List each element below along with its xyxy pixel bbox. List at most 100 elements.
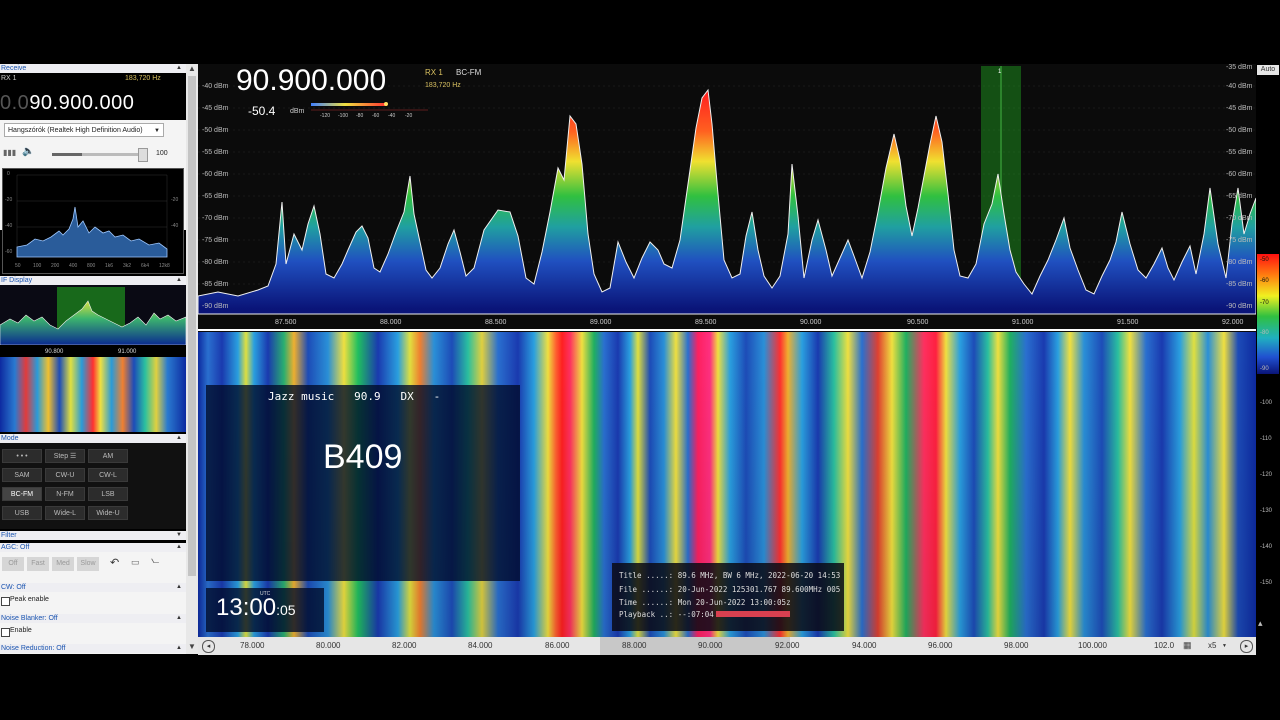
- chart-icon[interactable]: ⦦: [151, 555, 159, 566]
- fft-icon[interactable]: ▮▮▮: [3, 148, 16, 157]
- mode-button-more[interactable]: • • •: [2, 449, 42, 463]
- mini-db-2: -40: [5, 223, 13, 229]
- scroll-down-icon[interactable]: ▼: [188, 642, 196, 651]
- spectrum-freq-label: 91.000: [1012, 319, 1034, 326]
- agc-button-off[interactable]: Off: [2, 557, 24, 571]
- bottom-freq-label: 80.000: [316, 641, 341, 650]
- collapse-icon[interactable]: ▲: [176, 644, 182, 653]
- spectrum-offset: 183,720 Hz: [425, 82, 461, 89]
- db-label-right: -55 dBm: [1226, 149, 1253, 156]
- auto-button[interactable]: Auto: [1257, 65, 1279, 75]
- colormap-scale[interactable]: [1257, 254, 1279, 374]
- playback-progress-bar[interactable]: [716, 611, 790, 617]
- clock-hours-minutes: 13:00: [216, 594, 277, 621]
- bottom-freq-label: 82.000: [392, 641, 417, 650]
- scroll-right-icon[interactable]: ▸: [1240, 640, 1253, 653]
- waterfall-settings-icon[interactable]: ▦: [1183, 640, 1192, 651]
- mini-db-3: -60: [5, 249, 13, 255]
- audio-device-value: Hangszórók (Realtek High Definition Audi…: [8, 127, 143, 134]
- section-cw-header[interactable]: CW: Off ▲: [0, 583, 186, 592]
- mode-button-step[interactable]: Step ☰: [45, 449, 85, 463]
- nb-title: Noise Blanker: Off: [1, 615, 58, 622]
- if-display-title: IF Display: [1, 277, 33, 284]
- agc-button-fast[interactable]: Fast: [27, 557, 49, 571]
- section-agc-header[interactable]: AGC: Off ▲: [0, 543, 186, 552]
- left-panel-scrollbar[interactable]: ▲ ▼: [186, 64, 198, 654]
- scroll-up-icon[interactable]: ▲: [188, 64, 196, 73]
- db-label-left: -45 dBm: [202, 105, 229, 112]
- volume-slider[interactable]: [52, 153, 146, 156]
- mode-button-bcfm[interactable]: BC-FM: [2, 487, 42, 501]
- expand-icon[interactable]: ▼: [176, 531, 182, 540]
- peak-enable-label: Peak enable: [10, 596, 49, 603]
- speaker-icon[interactable]: 🔈: [22, 146, 34, 157]
- mini-freq-7: 6k4: [141, 263, 150, 269]
- collapse-icon[interactable]: ▲: [176, 276, 182, 285]
- bottom-freq-label: 98.000: [1004, 641, 1029, 650]
- left-panel: Receive ▲ RX 1 183,720 Hz 0.090.900.000 H…: [0, 64, 186, 654]
- meter-scale-1: -100: [338, 113, 349, 119]
- collapse-icon[interactable]: ▲: [176, 583, 182, 592]
- eraser-icon[interactable]: ▭: [131, 557, 140, 568]
- bottom-frequency-bar[interactable]: ◂ 78.000 80.000 82.000 84.000 86.000 88.…: [198, 637, 1256, 655]
- rds-radiotext: Jazz music 90.9 DX -: [268, 390, 441, 403]
- waterfall-display[interactable]: Jazz music 90.9 DX - B409 UTC 13:00:05 T…: [198, 332, 1256, 637]
- cw-title: CW: Off: [1, 584, 26, 591]
- scrollbar-thumb[interactable]: [188, 76, 196, 576]
- spectrum-rx-label: RX 1: [425, 68, 443, 77]
- agc-button-slow[interactable]: Slow: [77, 557, 99, 571]
- vfo-marker-label[interactable]: 1: [998, 69, 1001, 75]
- info-time-line: Time ......: Mon 20-Jun-2022 13:00:05z: [619, 598, 791, 607]
- nb-enable-checkbox[interactable]: [1, 628, 10, 637]
- chevron-down-icon: ▼: [1222, 643, 1227, 649]
- mini-db-0: 0: [7, 171, 10, 177]
- mode-button-widel[interactable]: Wide-L: [45, 506, 85, 520]
- mode-button-nfm[interactable]: N-FM: [45, 487, 85, 501]
- volume-slider-thumb[interactable]: [138, 148, 148, 162]
- bottom-freq-label: 100.000: [1078, 641, 1107, 650]
- mode-button-sam[interactable]: SAM: [2, 468, 42, 482]
- spectrum-freq-label: 88.000: [380, 319, 402, 326]
- db-label-right: -65 dBm: [1226, 193, 1253, 200]
- db-label-right: -70 dBm: [1226, 215, 1253, 222]
- section-if-display-header[interactable]: IF Display ▲: [0, 276, 186, 285]
- agc-button-med[interactable]: Med: [52, 557, 74, 571]
- colormap-label: -150: [1260, 580, 1273, 586]
- spectrum-display[interactable]: 90.900.000 RX 1 BC-FM 183,720 Hz -50.4 d…: [198, 64, 1256, 332]
- signal-level: -50.4: [248, 104, 276, 118]
- scroll-up-icon[interactable]: ▴: [1258, 618, 1263, 629]
- colormap-label: -130: [1260, 508, 1273, 514]
- undo-icon[interactable]: ↶: [110, 556, 119, 569]
- db-label-left: -80 dBm: [202, 259, 229, 266]
- db-label-right: -85 dBm: [1226, 281, 1253, 288]
- collapse-icon[interactable]: ▲: [176, 434, 182, 443]
- frequency-display[interactable]: 0.090.900.000: [0, 92, 134, 115]
- collapse-icon[interactable]: ▲: [176, 64, 182, 73]
- mode-button-cwu[interactable]: CW-U: [45, 468, 85, 482]
- mode-button-am[interactable]: AM: [88, 449, 128, 463]
- if-spectrum[interactable]: [0, 285, 186, 346]
- if-spectrum-graph: [0, 287, 186, 346]
- mode-button-lsb[interactable]: LSB: [88, 487, 128, 501]
- mode-button-cwl[interactable]: CW-L: [88, 468, 128, 482]
- spectrum-freq-label: 90.000: [800, 319, 822, 326]
- mode-button-wideu[interactable]: Wide-U: [88, 506, 128, 520]
- audio-device-select[interactable]: Hangszórók (Realtek High Definition Audi…: [4, 123, 164, 137]
- zoom-level: x5: [1208, 641, 1217, 650]
- section-filter-header[interactable]: Filter ▼: [0, 531, 186, 540]
- section-mode-header[interactable]: Mode ▲: [0, 434, 186, 443]
- collapse-icon[interactable]: ▲: [176, 614, 182, 623]
- frequency-value: 90.900.000: [29, 92, 135, 114]
- spectrum-freq-label: 89.000: [590, 319, 612, 326]
- mode-button-usb[interactable]: USB: [2, 506, 42, 520]
- mini-freq-0: 50: [15, 263, 21, 269]
- mode-panel: • • • Step ☰ AM SAM CW-U CW-L BC-FM N-FM…: [0, 443, 186, 529]
- main-frequency[interactable]: 90.900.000: [236, 64, 386, 98]
- volume-value: 100: [156, 150, 168, 157]
- collapse-icon[interactable]: ▲: [176, 543, 182, 552]
- section-nb-header[interactable]: Noise Blanker: Off ▲: [0, 614, 186, 623]
- scroll-left-icon[interactable]: ◂: [202, 640, 215, 653]
- section-receive-header[interactable]: Receive ▲: [0, 64, 186, 73]
- peak-enable-checkbox[interactable]: [1, 597, 10, 606]
- section-nr-header[interactable]: Noise Reduction: Off ▲: [0, 644, 186, 653]
